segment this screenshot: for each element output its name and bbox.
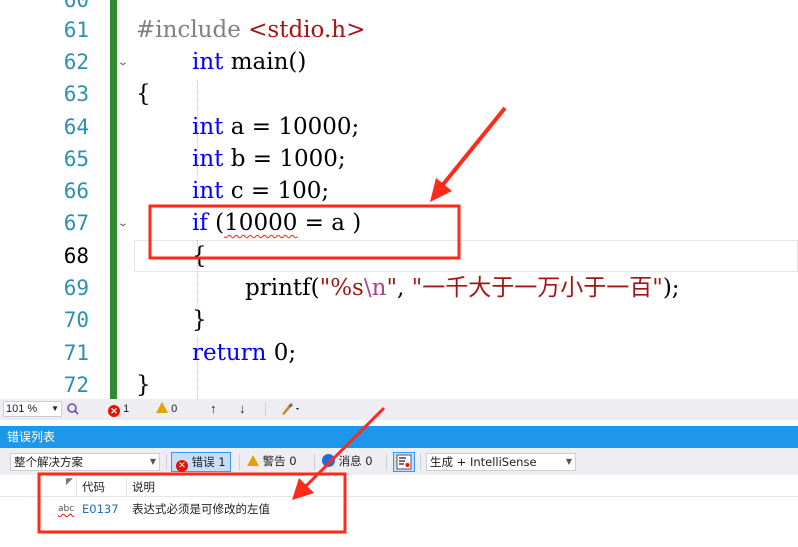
error-count-indicator[interactable]: ✕ 1	[108, 402, 129, 417]
error-list-toolbar: 整个解决方案 ▼ ✕ 错误 1 警告 0 消息 0 生成 + IntelliSen…	[0, 448, 798, 475]
separator	[166, 454, 167, 470]
next-issue-button[interactable]: ↓	[239, 401, 246, 416]
code-text: int main()	[192, 49, 307, 75]
error-icon: ✕	[176, 460, 188, 472]
code-line[interactable]: 62 ⌄ int main()	[0, 46, 798, 78]
code-line[interactable]: 71 return 0;	[0, 337, 798, 369]
line-number: 71	[63, 341, 89, 365]
line-number: 67	[63, 211, 89, 235]
code-editor[interactable]: 60 61 #include <stdio.h> 62 ⌄ int main()…	[0, 0, 798, 399]
intellisense-icon[interactable]	[66, 402, 80, 421]
separator	[314, 454, 315, 470]
column-sort-icon[interactable]: ◤	[66, 472, 73, 492]
code-line[interactable]: 64 int a = 10000;	[0, 111, 798, 143]
code-line[interactable]: 65 int b = 1000;	[0, 143, 798, 175]
zoom-dropdown[interactable]: 101 % ▼	[3, 401, 62, 417]
error-list-grid: ◤ 代码 说明 abc E0137 表达式必须是可修改的左值	[0, 475, 798, 547]
filter-icon	[396, 454, 412, 470]
column-header-description[interactable]: 说明	[132, 477, 155, 497]
line-number: 70	[63, 308, 89, 332]
code-text: #include <stdio.h>	[136, 17, 366, 43]
error-list-title[interactable]: 错误列表	[0, 426, 798, 448]
warning-count-indicator[interactable]: 0	[156, 402, 177, 417]
code-line[interactable]: 67 ⌄ if (10000 = a )	[0, 207, 798, 239]
editor-status-strip: 101 % ▼ ✕ 1 0 ↑ ↓	[0, 399, 798, 420]
column-header-code[interactable]: 代码	[82, 477, 105, 497]
line-number: 72	[63, 373, 89, 397]
error-description: 表达式必须是可修改的左值	[132, 502, 270, 516]
code-text: if (10000 = a )	[192, 210, 362, 236]
code-cleanup-button[interactable]	[280, 402, 302, 421]
error-icon: ✕	[108, 405, 120, 417]
code-line[interactable]: 68 {	[0, 240, 798, 272]
code-text: printf("%s\n", "一千大于一万小于一百");	[245, 275, 680, 301]
code-line[interactable]: 70 }	[0, 304, 798, 336]
code-text: int c = 100;	[192, 178, 330, 204]
filter-toggle-button[interactable]	[393, 452, 415, 472]
line-number: 69	[63, 276, 89, 300]
code-line[interactable]: 69 printf("%s\n", "一千大于一万小于一百");	[0, 272, 798, 304]
line-number: 63	[63, 82, 89, 106]
separator	[239, 454, 240, 470]
separator	[265, 402, 266, 416]
line-number: 62	[63, 50, 89, 74]
line-number: 65	[63, 147, 89, 171]
previous-issue-button[interactable]: ↑	[210, 401, 217, 416]
code-text: {	[136, 81, 151, 107]
fold-chevron-icon[interactable]: ⌄	[117, 51, 129, 73]
messages-filter-button[interactable]: 消息 0	[318, 452, 377, 472]
errors-filter-button[interactable]: ✕ 错误 1	[171, 452, 231, 472]
error-code-link[interactable]: E0137	[82, 499, 119, 519]
warning-icon	[156, 402, 168, 413]
code-text: {	[192, 243, 207, 269]
line-number: 66	[63, 179, 89, 203]
separator	[386, 454, 387, 470]
info-icon	[322, 454, 335, 467]
table-row[interactable]: abc E0137 表达式必须是可修改的左值	[0, 499, 798, 519]
code-text: }	[192, 307, 207, 333]
source-filter-dropdown[interactable]: 生成 + IntelliSense ▼	[426, 453, 576, 471]
code-line[interactable]: 72 }	[0, 369, 798, 399]
scope-dropdown[interactable]: 整个解决方案 ▼	[10, 453, 160, 471]
code-text: return 0;	[192, 340, 297, 366]
line-number: 68	[63, 244, 89, 268]
code-line[interactable]: 61 #include <stdio.h>	[0, 14, 798, 46]
code-text: }	[136, 372, 151, 398]
code-line[interactable]: 63 {	[0, 78, 798, 110]
separator	[420, 454, 421, 470]
line-number: 61	[63, 18, 89, 42]
chevron-down-icon: ▼	[149, 457, 156, 466]
code-line[interactable]: 66 int c = 100;	[0, 175, 798, 207]
error-squiggle: 10000	[224, 210, 298, 236]
code-text: int a = 10000;	[192, 114, 360, 140]
warning-icon	[247, 455, 259, 466]
grid-header: ◤ 代码 说明	[0, 477, 798, 497]
intellisense-error-icon: abc	[58, 504, 75, 514]
code-text: int b = 1000;	[192, 146, 346, 172]
fold-chevron-icon[interactable]: ⌄	[117, 212, 129, 234]
chevron-down-icon: ▼	[51, 404, 59, 413]
chevron-down-icon: ▼	[565, 457, 572, 466]
warnings-filter-button[interactable]: 警告 0	[243, 452, 301, 472]
line-number: 64	[63, 115, 89, 139]
